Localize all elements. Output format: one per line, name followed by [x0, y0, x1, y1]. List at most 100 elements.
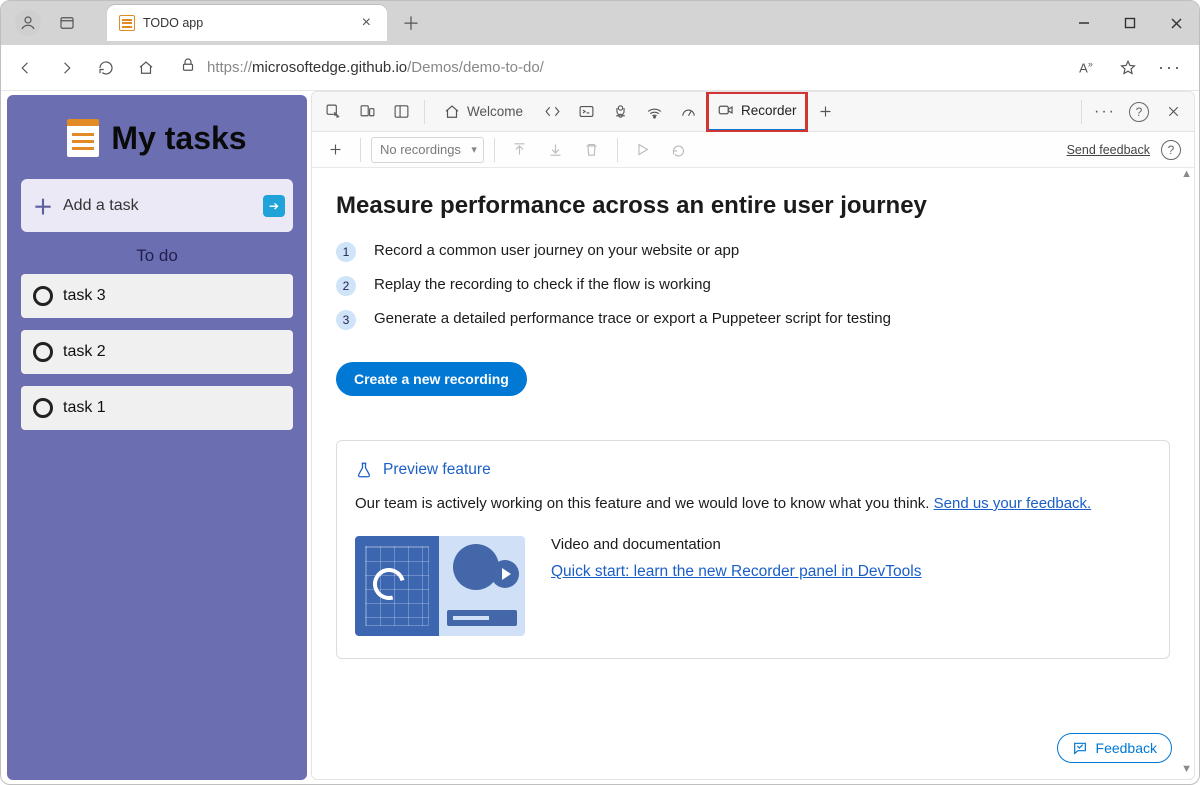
preview-feature-text: Our team is actively working on this fea… — [355, 495, 1151, 512]
devtools-help-button[interactable]: ? — [1124, 97, 1154, 127]
tab-recorder[interactable]: Recorder — [707, 92, 807, 132]
window-close-button[interactable] — [1153, 1, 1199, 45]
add-tab-button[interactable] — [811, 97, 841, 127]
play-icon — [491, 560, 519, 588]
tab-close-button[interactable]: × — [358, 12, 375, 34]
recorder-body: Measure performance across an entire use… — [312, 168, 1194, 779]
submit-task-icon[interactable]: ➔ — [263, 195, 285, 217]
recordings-select[interactable]: No recordings — [371, 137, 484, 163]
preview-feature-card: Preview feature Our team is actively wor… — [336, 440, 1170, 659]
step-item: 2 Replay the recording to check if the f… — [336, 276, 1170, 296]
step-text: Record a common user journey on your web… — [374, 242, 739, 259]
task-item[interactable]: task 3 — [21, 274, 293, 318]
delete-icon[interactable] — [577, 135, 607, 165]
tab-welcome[interactable]: Welcome — [433, 92, 533, 132]
tab-network-icon[interactable] — [639, 97, 669, 127]
task-label: task 2 — [63, 343, 106, 361]
step-text: Replay the recording to check if the flo… — [374, 276, 711, 293]
todo-app: My tasks ＋ Add a task ➔ To do task 3 tas… — [7, 95, 307, 780]
import-icon[interactable] — [505, 135, 535, 165]
task-item[interactable]: task 1 — [21, 386, 293, 430]
quick-start-link[interactable]: Quick start: learn the new Recorder pane… — [551, 563, 921, 580]
window-controls — [1061, 1, 1199, 45]
preview-feature-header: Preview feature — [355, 461, 1151, 479]
toolbar-help-icon[interactable]: ? — [1156, 135, 1186, 165]
task-item[interactable]: task 2 — [21, 330, 293, 374]
divider — [617, 138, 618, 162]
dock-side-icon[interactable] — [386, 97, 416, 127]
todo-header: My tasks — [21, 119, 293, 157]
divider — [424, 100, 425, 124]
tab-sources-icon[interactable] — [605, 97, 635, 127]
preview-feedback-link[interactable]: Send us your feedback. — [934, 495, 1092, 512]
new-recording-button[interactable] — [320, 135, 350, 165]
tab-elements-icon[interactable] — [537, 97, 567, 127]
task-label: task 1 — [63, 399, 106, 417]
export-icon[interactable] — [541, 135, 571, 165]
video-section-label: Video and documentation — [551, 536, 1151, 553]
nav-refresh-button[interactable] — [87, 49, 125, 87]
window-maximize-button[interactable] — [1107, 1, 1153, 45]
performance-trace-icon[interactable] — [664, 135, 694, 165]
step-item: 1 Record a common user journey on your w… — [336, 242, 1170, 262]
video-row: Video and documentation Quick start: lea… — [355, 536, 1151, 636]
step-number-badge: 3 — [336, 310, 356, 330]
address-bar[interactable]: https://microsoftedge.github.io/Demos/de… — [167, 51, 1065, 85]
divider — [494, 138, 495, 162]
divider — [1081, 100, 1082, 124]
read-aloud-button[interactable]: A» — [1067, 49, 1105, 87]
checkbox-circle-icon[interactable] — [33, 286, 53, 306]
titlebar: TODO app × ＋ — [1, 1, 1199, 45]
replay-icon[interactable] — [628, 135, 658, 165]
video-thumbnail[interactable] — [355, 536, 525, 636]
content-area: My tasks ＋ Add a task ➔ To do task 3 tas… — [1, 91, 1199, 784]
devtools-close-button[interactable] — [1158, 97, 1188, 127]
browser-window: TODO app × ＋ https://microsoftedge.githu… — [0, 0, 1200, 785]
site-lock-icon[interactable] — [179, 56, 197, 79]
flask-icon — [355, 461, 373, 479]
tab-welcome-label: Welcome — [467, 104, 523, 119]
plus-icon: ＋ — [33, 191, 53, 220]
step-text: Generate a detailed performance trace or… — [374, 310, 891, 327]
tab-title: TODO app — [143, 16, 203, 30]
todo-title: My tasks — [111, 120, 246, 157]
add-task-button[interactable]: ＋ Add a task ➔ — [21, 179, 293, 232]
step-number-badge: 1 — [336, 242, 356, 262]
recorder-toolbar: No recordings Send feedback ? — [312, 132, 1194, 168]
window-minimize-button[interactable] — [1061, 1, 1107, 45]
feedback-icon — [1072, 740, 1088, 756]
favicon-icon — [119, 15, 135, 31]
feedback-button[interactable]: Feedback — [1057, 733, 1172, 763]
devtools-panel: Welcome Recorder ··· ? — [311, 91, 1195, 780]
favorite-star-button[interactable] — [1109, 49, 1147, 87]
send-feedback-link[interactable]: Send feedback — [1067, 143, 1150, 157]
device-emulation-icon[interactable] — [352, 97, 382, 127]
tab-console-icon[interactable] — [571, 97, 601, 127]
checkbox-circle-icon[interactable] — [33, 342, 53, 362]
task-label: task 3 — [63, 287, 106, 305]
nav-back-button[interactable] — [7, 49, 45, 87]
nav-home-button[interactable] — [127, 49, 165, 87]
recorder-heading: Measure performance across an entire use… — [336, 192, 1170, 220]
nav-forward-button — [47, 49, 85, 87]
preview-feature-label: Preview feature — [383, 461, 491, 479]
inspect-element-icon[interactable] — [318, 97, 348, 127]
recordings-select-value: No recordings — [380, 142, 461, 157]
navbar: https://microsoftedge.github.io/Demos/de… — [1, 45, 1199, 91]
url-text: https://microsoftedge.github.io/Demos/de… — [207, 59, 544, 76]
scrollbar-down-icon[interactable]: ▼ — [1181, 763, 1192, 775]
create-recording-button[interactable]: Create a new recording — [336, 362, 527, 396]
checkbox-circle-icon[interactable] — [33, 398, 53, 418]
devtools-more-button[interactable]: ··· — [1090, 97, 1120, 127]
tab-recorder-label: Recorder — [741, 103, 797, 118]
browser-tab-active[interactable]: TODO app × — [107, 5, 387, 41]
profile-avatar-icon[interactable] — [15, 10, 41, 36]
clipboard-icon — [67, 119, 99, 157]
new-tab-button[interactable]: ＋ — [395, 7, 427, 39]
settings-more-button[interactable]: ··· — [1151, 49, 1189, 87]
feedback-button-label: Feedback — [1096, 740, 1157, 756]
divider — [360, 138, 361, 162]
tab-performance-icon[interactable] — [673, 97, 703, 127]
step-number-badge: 2 — [336, 276, 356, 296]
tab-actions-button[interactable] — [49, 5, 85, 41]
